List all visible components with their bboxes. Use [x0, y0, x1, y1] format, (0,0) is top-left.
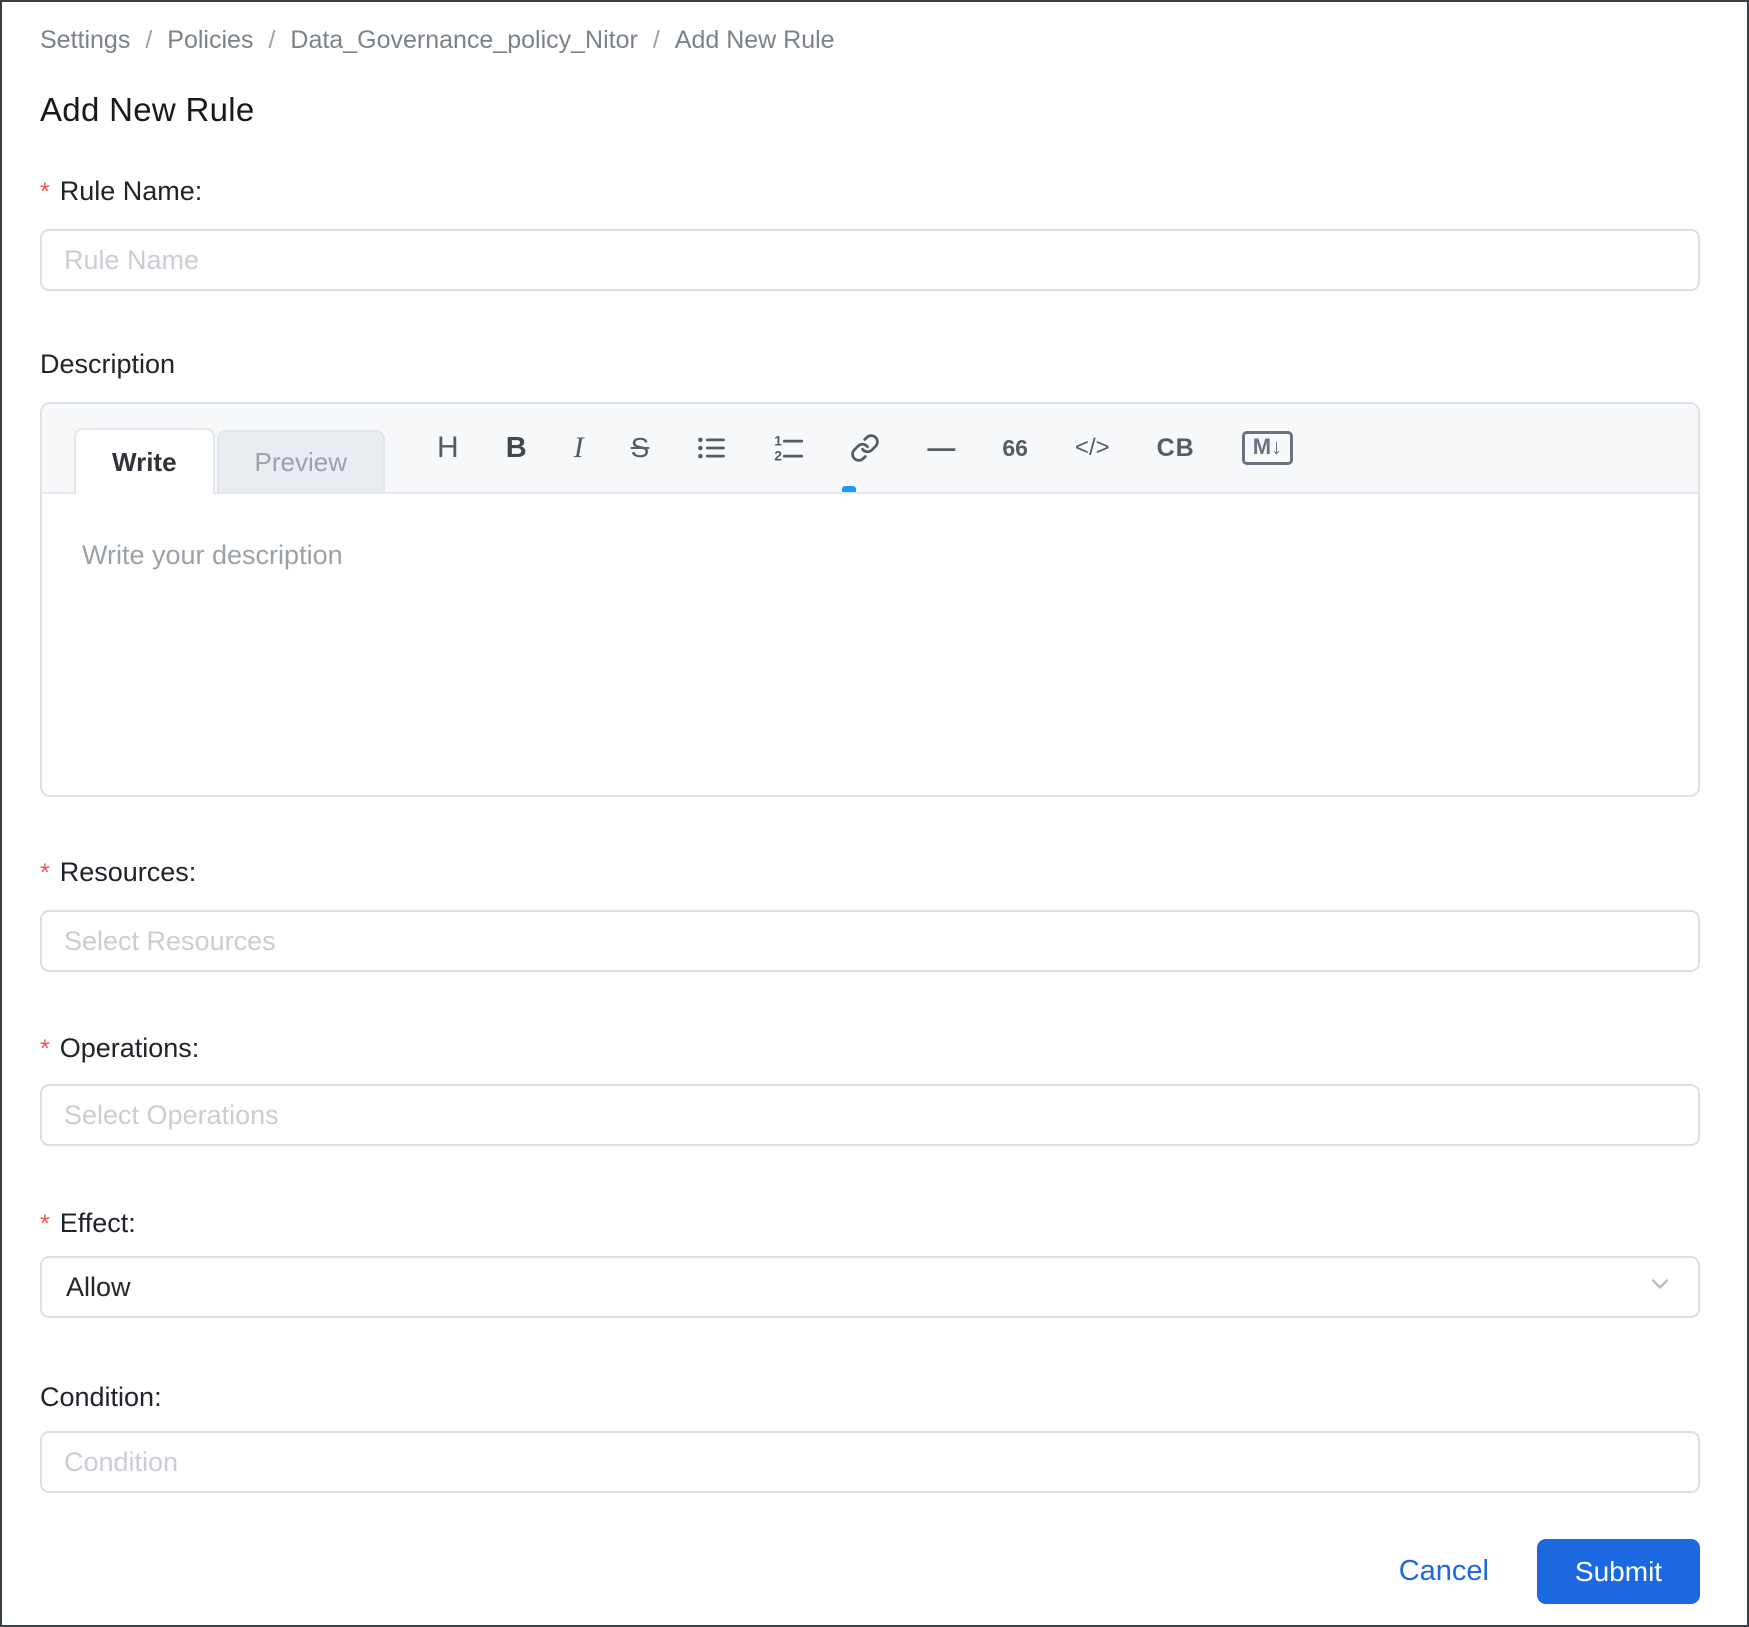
breadcrumb-separator: /	[268, 26, 275, 55]
breadcrumb-item-settings[interactable]: Settings	[40, 26, 130, 55]
rule-name-label: * Rule Name:	[40, 174, 1700, 209]
tab-preview[interactable]: Preview	[217, 430, 385, 492]
operations-label-text: Operations:	[60, 1031, 200, 1066]
chevron-down-icon[interactable]	[1646, 1270, 1674, 1305]
code-icon[interactable]: </>	[1075, 436, 1110, 460]
description-textarea[interactable]	[42, 494, 1698, 795]
description-label: Description	[40, 347, 1700, 382]
condition-input[interactable]	[40, 1431, 1700, 1493]
breadcrumb: Settings / Policies / Data_Governance_po…	[40, 2, 1700, 55]
breadcrumb-separator: /	[653, 26, 660, 55]
breadcrumb-separator: /	[145, 26, 152, 55]
markdown-icon[interactable]: M↓	[1242, 431, 1293, 465]
svg-text:2: 2	[775, 449, 783, 464]
unordered-list-icon[interactable]	[696, 433, 726, 463]
submit-button[interactable]: Submit	[1537, 1539, 1700, 1604]
effect-label-text: Effect:	[60, 1206, 136, 1241]
tab-write[interactable]: Write	[74, 428, 215, 494]
description-label-text: Description	[40, 347, 175, 382]
rule-name-label-text: Rule Name:	[60, 174, 203, 209]
resources-label: * Resources:	[40, 855, 1700, 890]
strikethrough-icon[interactable]: S	[631, 434, 650, 462]
add-new-rule-page: Settings / Policies / Data_Governance_po…	[0, 0, 1749, 1627]
description-editor: Write Preview H B I S	[40, 402, 1700, 797]
condition-label-text: Condition:	[40, 1380, 162, 1415]
resources-label-text: Resources:	[60, 855, 197, 890]
ordered-list-icon[interactable]: 1 2	[773, 433, 803, 463]
effect-label: * Effect:	[40, 1206, 1700, 1241]
effect-select-value: Allow	[66, 1272, 131, 1303]
code-block-icon[interactable]: CB	[1157, 436, 1195, 461]
cancel-button[interactable]: Cancel	[1399, 1555, 1489, 1588]
breadcrumb-item-policies[interactable]: Policies	[167, 26, 253, 55]
rule-name-input[interactable]	[40, 229, 1700, 291]
svg-text:1: 1	[775, 434, 783, 449]
resources-select-input[interactable]	[40, 910, 1700, 972]
condition-label: Condition:	[40, 1380, 1700, 1415]
required-asterisk: *	[40, 856, 50, 891]
breadcrumb-item-policy[interactable]: Data_Governance_policy_Nitor	[290, 26, 637, 55]
required-asterisk: *	[40, 175, 50, 210]
operations-select-input[interactable]	[40, 1084, 1700, 1146]
required-asterisk: *	[40, 1207, 50, 1242]
operations-label: * Operations:	[40, 1031, 1700, 1066]
required-asterisk: *	[40, 1032, 50, 1067]
tooltip-caret	[842, 486, 856, 492]
italic-icon[interactable]: I	[574, 433, 584, 463]
breadcrumb-item-add-new-rule[interactable]: Add New Rule	[675, 26, 835, 55]
heading-icon[interactable]: H	[437, 433, 459, 463]
editor-toolbar: H B I S	[437, 404, 1293, 492]
link-icon[interactable]	[850, 433, 880, 463]
quote-icon[interactable]: 66	[1002, 437, 1028, 460]
editor-header: Write Preview H B I S	[42, 404, 1698, 494]
bold-icon[interactable]: B	[506, 434, 527, 463]
horizontal-rule-icon[interactable]: —	[927, 434, 955, 462]
form-actions: Cancel Submit	[40, 1539, 1700, 1604]
page-content: Settings / Policies / Data_Governance_po…	[2, 2, 1747, 1604]
page-title: Add New Rule	[40, 91, 1700, 129]
effect-select[interactable]: Allow	[40, 1256, 1700, 1318]
editor-body	[42, 494, 1698, 795]
